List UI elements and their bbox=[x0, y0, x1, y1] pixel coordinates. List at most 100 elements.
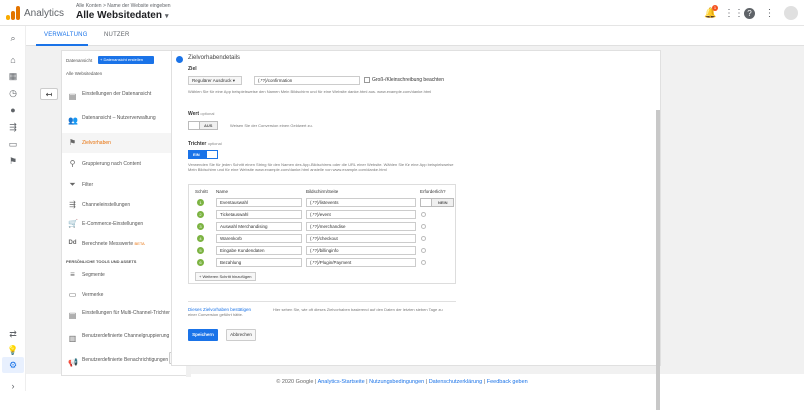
caret-down-icon: ▾ bbox=[232, 78, 236, 83]
add-step-button[interactable]: + Weiteren Schritt hinzufügen bbox=[195, 272, 256, 281]
top-bar: Analytics Alle Konten > Name der Website… bbox=[0, 0, 804, 26]
step-page-input[interactable]: (.*?)/Plugin/Payment bbox=[306, 258, 416, 267]
analytics-logo[interactable] bbox=[6, 6, 20, 20]
gear-icon[interactable]: ⚙ bbox=[7, 359, 19, 371]
case-sensitive-label: Groß-/Kleinschreibung beachten bbox=[372, 77, 444, 83]
avatar[interactable] bbox=[784, 6, 798, 20]
help-icon[interactable]: ? bbox=[744, 7, 755, 19]
customization-icon[interactable]: ⇄ bbox=[7, 328, 19, 340]
trichter-toggle[interactable]: EIN bbox=[188, 150, 218, 159]
nav-item-content-grouping[interactable]: ⚲ Gruppierung nach Content bbox=[62, 154, 186, 174]
step-page-input[interactable]: (.*?)/checkout bbox=[306, 234, 416, 243]
tab-admin[interactable]: VERWALTUNG bbox=[44, 32, 88, 38]
nav-item-label: Datenansicht – Nutzerverwaltung bbox=[82, 115, 156, 121]
step-number: 3 bbox=[197, 223, 204, 230]
dataview-name[interactable]: Alle Websitedaten bbox=[66, 71, 102, 76]
nav-item-label: Zielvorhaben bbox=[82, 140, 111, 146]
notifications-icon[interactable]: 🔔 1 bbox=[704, 4, 718, 19]
realtime-icon[interactable]: ◷ bbox=[7, 87, 19, 99]
home-icon[interactable]: ⌂ bbox=[7, 54, 19, 66]
apps-grid-icon[interactable]: ⋮⋮ bbox=[724, 8, 744, 19]
step-page-input[interactable]: (.*?)/billinginfo bbox=[306, 246, 416, 255]
step-number: 5 bbox=[197, 247, 204, 254]
step-remove-icon[interactable] bbox=[421, 236, 426, 241]
more-vert-icon[interactable]: ⋮ bbox=[764, 8, 775, 19]
nav-item-ecommerce[interactable]: 🛒 E-Commerce-Einstellungen bbox=[62, 214, 186, 234]
create-dataview-button[interactable]: + Datenansicht erstellen bbox=[98, 56, 154, 64]
footer-link-terms[interactable]: Nutzungsbedingungen bbox=[369, 379, 424, 385]
step-remove-icon[interactable] bbox=[421, 260, 426, 265]
col-step: Schritt bbox=[195, 189, 208, 194]
main-scrollbar[interactable] bbox=[656, 110, 660, 410]
step-name-input[interactable]: Eventauswahl bbox=[216, 198, 302, 207]
acquisition-icon[interactable]: ⇶ bbox=[7, 121, 19, 133]
beta-badge: BETA bbox=[134, 241, 145, 246]
step-page-input[interactable]: (.*?)/event bbox=[306, 210, 416, 219]
wert-help: Weisen Sie der Conversion einen Geldwert… bbox=[230, 123, 313, 128]
section-marker-icon bbox=[176, 56, 183, 63]
goal-url-input[interactable]: (.*?)/confirmation bbox=[254, 76, 360, 85]
account-selector[interactable]: Alle Websitedaten ▾ bbox=[76, 10, 168, 21]
ziel-label: Ziel bbox=[188, 66, 197, 72]
step-name-input[interactable]: Eingabe Kundendaten bbox=[216, 246, 302, 255]
tools-section-title: PERSÖNLICHE TOOLS UND ASSETS bbox=[66, 259, 137, 264]
audience-icon[interactable]: ● bbox=[7, 104, 19, 116]
step-page-input[interactable]: (.*?)/merchandise bbox=[306, 222, 416, 231]
nav-item-label: Vermerke bbox=[82, 292, 104, 298]
account-breadcrumb[interactable]: Alle Konten > Name der Website eingeben bbox=[76, 3, 171, 9]
nav-item-segments[interactable]: ≡ Segmente bbox=[62, 265, 186, 285]
dd-icon: Dd bbox=[68, 240, 77, 246]
cancel-button[interactable]: Abbrechen bbox=[226, 329, 256, 341]
step-name-input[interactable]: Warenkorb bbox=[216, 234, 302, 243]
step-remove-icon[interactable] bbox=[421, 248, 426, 253]
step-name-input[interactable]: Bezahlung bbox=[216, 258, 302, 267]
nav-item-custom-alerts[interactable]: 📢 Benutzerdefinierte Benachrichtigungen bbox=[62, 353, 186, 373]
wert-toggle[interactable]: AUS bbox=[188, 121, 218, 130]
nav-item-label: Berechnete Messwerte BETA bbox=[82, 241, 145, 247]
footer-link-privacy[interactable]: Datenschutzerklärung bbox=[429, 379, 483, 385]
tab-user[interactable]: NUTZER bbox=[104, 32, 130, 38]
channels-icon: ⇶ bbox=[69, 200, 76, 209]
nav-item-channel-settings[interactable]: ⇶ Channeleinstellungen bbox=[62, 195, 186, 215]
dashboard-icon[interactable]: ▦ bbox=[7, 70, 19, 82]
nav-item-user-management[interactable]: 👥 Datenansicht – Nutzerverwaltung bbox=[62, 111, 186, 131]
case-sensitive-checkbox[interactable] bbox=[364, 77, 370, 83]
nav-item-goals[interactable]: ⚑ Zielvorhaben bbox=[62, 133, 186, 153]
footer-link-feedback[interactable]: Feedback geben bbox=[487, 379, 528, 385]
search-icon[interactable]: ⌕ bbox=[7, 32, 19, 44]
step-name-input[interactable]: Ticketauswahl bbox=[216, 210, 302, 219]
step-remove-icon[interactable] bbox=[421, 212, 426, 217]
behavior-icon[interactable]: ▭ bbox=[7, 138, 19, 150]
nav-item-annotations[interactable]: ▭ Vermerke bbox=[62, 285, 186, 305]
step-name-input[interactable]: Auswahl Merchandising bbox=[216, 222, 302, 231]
nav-item-filter[interactable]: ⏷ Filter bbox=[62, 175, 186, 195]
footer: © 2020 Google | Analytics-Startseite | N… bbox=[276, 379, 528, 385]
nav-item-view-settings[interactable]: ▤ Einstellungen der Datenansicht bbox=[62, 87, 186, 107]
trichter-help: Verwenden Sie für jeden Schritt einen St… bbox=[188, 162, 454, 172]
admin-tabs: VERWALTUNG NUTZER bbox=[26, 26, 804, 46]
nav-item-label: Einstellungen der Datenansicht bbox=[82, 91, 152, 97]
annotation-icon: ▭ bbox=[68, 290, 77, 299]
nav-item-custom-channel-grouping[interactable]: ▥ Benutzerdefinierte Channelgruppierung … bbox=[62, 329, 186, 349]
nav-item-mcf-settings[interactable]: ▤ Einstellungen für Multi-Channel-Tricht… bbox=[62, 306, 186, 326]
notification-badge: 1 bbox=[712, 4, 718, 11]
footer-link-home[interactable]: Analytics-Startseite bbox=[318, 379, 365, 385]
conversions-icon[interactable]: ⚑ bbox=[7, 155, 19, 167]
match-type-select[interactable]: Regulärer Ausdruck ▾ bbox=[188, 76, 242, 85]
funnel-steps-table: Schritt Name Bildschirm/Seite Erforderli… bbox=[188, 184, 456, 284]
step-remove-icon[interactable] bbox=[421, 224, 426, 229]
required-toggle[interactable]: NEIN bbox=[420, 198, 454, 207]
back-arrow-icon[interactable]: ↤ bbox=[40, 88, 58, 100]
toggle-knob bbox=[421, 199, 432, 206]
nav-item-calculated-metrics[interactable]: Dd Berechnete Messwerte BETA bbox=[62, 234, 186, 254]
ziel-help: Wählen Sie für eine App beispielsweise d… bbox=[188, 89, 432, 94]
step-number: 2 bbox=[197, 211, 204, 218]
goal-details-title: Zielvorhabendetails bbox=[188, 55, 241, 61]
col-screen: Bildschirm/Seite bbox=[306, 189, 339, 194]
save-button[interactable]: Speichern bbox=[188, 329, 218, 341]
segments-icon: ≡ bbox=[70, 270, 75, 279]
step-page-input[interactable]: (.*?)/listevents bbox=[306, 198, 416, 207]
nav-item-label: Gruppierung nach Content bbox=[82, 161, 141, 167]
nav-item-label: Channeleinstellungen bbox=[82, 202, 131, 208]
lightbulb-icon[interactable]: 💡 bbox=[7, 344, 19, 356]
